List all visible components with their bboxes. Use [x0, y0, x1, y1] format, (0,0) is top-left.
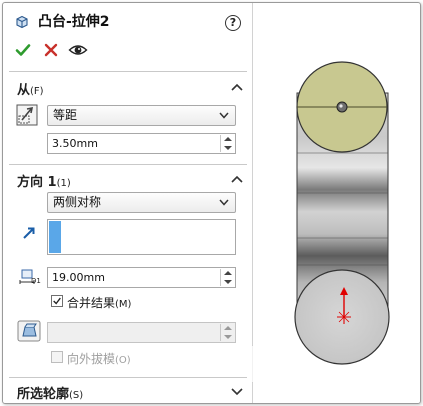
depth-distance-value: 19.00mm: [52, 271, 105, 284]
from-section-title: 从: [17, 83, 31, 98]
direction1-section-title: 方向 1: [17, 175, 57, 190]
merge-result-text: 合并结果: [67, 296, 116, 310]
collapse-chevron-icon[interactable]: [231, 174, 243, 184]
selected-contours-shortcut: (S): [69, 390, 84, 401]
ok-check-icon[interactable]: [15, 42, 31, 58]
from-condition-select[interactable]: 等距: [47, 105, 236, 126]
draft-icon[interactable]: [17, 320, 41, 342]
direction-reference-selection-box[interactable]: [47, 219, 236, 255]
merge-result-label: 合并结果(M): [67, 294, 131, 311]
spin-up-icon[interactable]: [224, 137, 232, 141]
preview-center-highlight: [339, 104, 343, 108]
checkmark-icon: [53, 297, 61, 305]
section-divider: [9, 71, 247, 72]
selected-contours-title: 所选轮廓: [17, 387, 70, 402]
offset-distance-value: 3.50mm: [52, 137, 98, 150]
property-manager: 凸台-拉伸2 ? 从(F) 等距 3.50mm 方向 1(1) 两侧对称 D1 …: [3, 3, 253, 403]
spin-down-icon[interactable]: [224, 146, 232, 150]
cancel-x-icon[interactable]: [44, 43, 58, 57]
offset-spin-buttons[interactable]: [220, 135, 234, 152]
title-row: 凸台-拉伸2 ?: [3, 3, 253, 39]
model-view[interactable]: [253, 3, 420, 403]
spin-up-icon[interactable]: [224, 271, 232, 275]
spin-up-icon[interactable]: [224, 326, 232, 330]
window: 凸台-拉伸2 ? 从(F) 等距 3.50mm 方向 1(1) 两侧对称 D1 …: [0, 0, 423, 406]
chevron-down-icon: [219, 199, 229, 206]
draft-outward-checkbox[interactable]: [51, 351, 63, 363]
selected-contours-section-header[interactable]: 所选轮廓(S): [17, 383, 83, 402]
direction1-section-shortcut: (1): [56, 178, 71, 189]
draft-spin-buttons[interactable]: [220, 324, 234, 341]
collapse-chevron-icon[interactable]: [231, 82, 243, 92]
svg-text:D1: D1: [31, 277, 41, 285]
draft-outward-shortcut: (O): [115, 355, 131, 366]
draft-outward-checkbox-row[interactable]: 向外拔模(O): [51, 350, 171, 366]
draft-outward-text: 向外拔模: [67, 352, 116, 366]
end-condition-value: 两侧对称: [53, 195, 102, 209]
merge-result-checkbox-row[interactable]: 合并结果(M): [51, 294, 171, 310]
extrude-feature-icon: [16, 15, 28, 29]
draft-angle-input[interactable]: [47, 322, 236, 343]
expand-chevron-icon[interactable]: [231, 386, 243, 396]
depth-spin-buttons[interactable]: [220, 269, 234, 286]
direction1-section-header[interactable]: 方向 1(1): [17, 171, 71, 190]
section-divider: [9, 164, 247, 165]
detailed-preview-eye-icon[interactable]: [68, 42, 88, 58]
graphics-area[interactable]: [253, 3, 420, 403]
spin-down-icon[interactable]: [224, 280, 232, 284]
direction-arrow-icon: [23, 227, 35, 239]
selection-focus-indicator: [49, 221, 61, 253]
from-condition-value: 等距: [53, 108, 78, 122]
offset-distance-input[interactable]: 3.50mm: [47, 133, 236, 154]
from-section-shortcut: (F): [30, 86, 44, 97]
feature-title: 凸台-拉伸2: [38, 14, 110, 30]
spin-down-icon[interactable]: [224, 335, 232, 339]
section-divider: [9, 377, 247, 378]
merge-result-shortcut: (M): [115, 299, 132, 310]
help-icon[interactable]: ?: [225, 15, 241, 31]
depth-distance-input[interactable]: 19.00mm: [47, 267, 236, 288]
end-condition-select[interactable]: 两侧对称: [47, 192, 236, 213]
start-condition-icon: [16, 104, 38, 126]
depth-dimension-icon: D1: [19, 269, 41, 285]
from-section-header[interactable]: 从(F): [17, 79, 44, 98]
draft-outward-label: 向外拔模(O): [67, 350, 131, 367]
merge-result-checkbox[interactable]: [51, 295, 63, 307]
chevron-down-icon: [219, 112, 229, 119]
